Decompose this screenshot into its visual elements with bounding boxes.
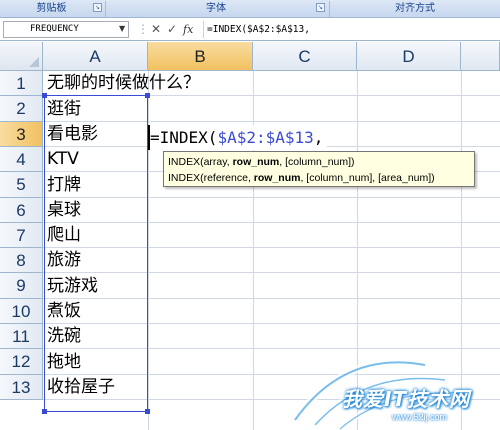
- ribbon-group-alignment: 对齐方式: [330, 0, 500, 18]
- row-header-12[interactable]: 12: [0, 349, 43, 375]
- edit-range-ref: $A$2:$A$13: [217, 128, 314, 147]
- column-header-c[interactable]: C: [253, 42, 357, 71]
- row-header-8[interactable]: 8: [0, 248, 43, 273]
- range-handle-bottom-left[interactable]: [42, 409, 47, 414]
- cell-a1[interactable]: 无聊的时候做什么？: [47, 71, 200, 96]
- column-header-b[interactable]: B: [148, 42, 253, 71]
- watermark-text: 我爱IT技术网: [342, 387, 471, 411]
- row-header-10[interactable]: 10: [0, 299, 43, 324]
- row-header-5[interactable]: 5: [0, 172, 43, 198]
- row-header-3[interactable]: 3: [0, 122, 43, 147]
- edit-suffix: ,: [313, 128, 324, 147]
- row-header-11[interactable]: 11: [0, 324, 43, 349]
- tooltip-line1-bold: row_num: [232, 156, 280, 168]
- function-tooltip: INDEX(array, row_num, [column_num]) INDE…: [163, 151, 475, 187]
- name-box-dropdown-icon[interactable]: ▼: [119, 24, 125, 33]
- row-header-4[interactable]: 4: [0, 147, 43, 172]
- row-header-1[interactable]: 1: [0, 71, 43, 96]
- select-all-corner[interactable]: [0, 42, 43, 71]
- row-header-7[interactable]: 7: [0, 223, 43, 248]
- name-box[interactable]: FREQUENCY: [3, 21, 129, 38]
- formula-bar: FREQUENCY ▼ ⋮ ✕ ✓ fx =INDEX($A$2:$A$13,: [0, 19, 500, 41]
- tooltip-syntax-array[interactable]: INDEX(array, row_num, [column_num]): [168, 154, 470, 170]
- watermark-url: www.52ij.com: [392, 412, 448, 422]
- edit-prefix: =INDEX(: [150, 128, 218, 147]
- tooltip-line1-post: , [column_num]): [279, 156, 355, 168]
- tooltip-line2-pre: INDEX(reference,: [168, 172, 254, 184]
- select-all-triangle-icon: [29, 57, 39, 67]
- ribbon-group-font-label: 字体: [206, 3, 226, 14]
- separator-dots-icon: ⋮: [137, 22, 149, 36]
- ribbon-group-alignment-label: 对齐方式: [395, 3, 435, 14]
- column-header-next[interactable]: [461, 42, 500, 71]
- ribbon-group-clipboard-label: 剪贴板: [36, 3, 67, 14]
- row-header-2[interactable]: 2: [0, 96, 43, 122]
- ribbon-group-font: 字体: [106, 0, 326, 18]
- formula-input[interactable]: =INDEX($A$2:$A$13,: [203, 21, 498, 38]
- range-handle-top-right[interactable]: [145, 93, 150, 98]
- formula-buttons: ⋮ ✕ ✓ fx: [137, 21, 199, 38]
- row-header-13[interactable]: 13: [0, 375, 43, 400]
- insert-function-button[interactable]: fx: [183, 21, 193, 38]
- tooltip-line2-post: , [column_num], [area_num]): [300, 172, 435, 184]
- tooltip-syntax-reference[interactable]: INDEX(reference, row_num, [column_num], …: [168, 170, 470, 186]
- ribbon-group-labels: 剪贴板 ↘ 字体 ↘ 对齐方式: [0, 0, 500, 18]
- tooltip-line1-pre: INDEX(array,: [168, 156, 233, 168]
- clipboard-dialog-launcher-icon[interactable]: ↘: [93, 3, 102, 12]
- range-handle-top-left[interactable]: [42, 93, 47, 98]
- range-highlight: [44, 95, 148, 412]
- column-header-a[interactable]: A: [43, 42, 148, 71]
- cancel-icon[interactable]: ✕: [151, 21, 161, 38]
- range-handle-bottom-right[interactable]: [145, 409, 150, 414]
- font-dialog-launcher-icon[interactable]: ↘: [316, 3, 325, 12]
- row-header-6[interactable]: 6: [0, 198, 43, 223]
- row-header-9[interactable]: 9: [0, 273, 43, 299]
- tooltip-line2-bold: row_num: [253, 172, 301, 184]
- ribbon-group-clipboard: 剪贴板: [0, 0, 103, 18]
- enter-icon[interactable]: ✓: [167, 21, 177, 38]
- cell-edit-text[interactable]: =INDEX($A$2:$A$13,: [150, 125, 328, 150]
- column-header-d[interactable]: D: [357, 42, 461, 71]
